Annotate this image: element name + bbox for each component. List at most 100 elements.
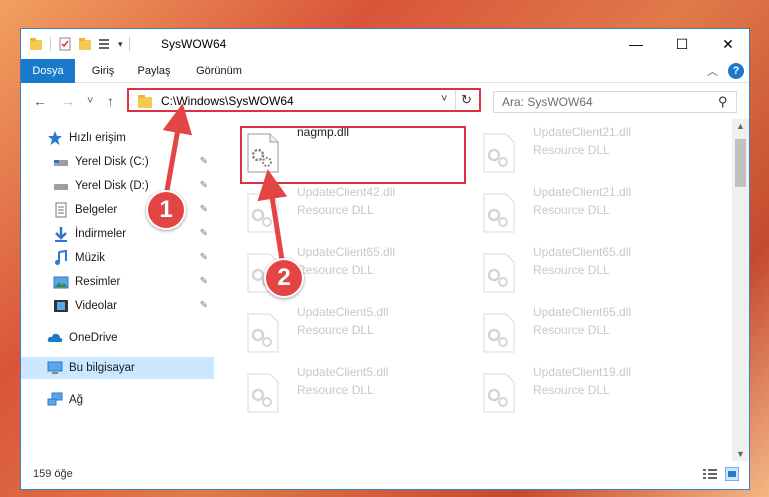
selected-file-highlight <box>240 126 466 184</box>
dll-file-icon <box>247 373 279 413</box>
sidebar-item-videos[interactable]: Videolar ✎ <box>21 295 214 317</box>
step-badge-2: 2 <box>264 258 304 298</box>
item-count: 159 öğe <box>33 468 73 480</box>
refresh-icon[interactable]: ↻ <box>461 92 472 108</box>
file-item[interactable]: UpdateClient21.dll Resource DLL <box>472 179 702 239</box>
scrollbar-thumb[interactable] <box>735 139 746 187</box>
step-badge-1: 1 <box>146 190 186 230</box>
customize-icon[interactable] <box>98 37 114 51</box>
search-placeholder: Ara: SysWOW64 <box>502 95 593 109</box>
up-button[interactable]: ↑ <box>107 93 114 109</box>
status-bar: 159 öğe <box>21 461 749 489</box>
pin-icon: ✎ <box>199 300 208 311</box>
sidebar-item-network[interactable]: Ağ <box>21 389 214 411</box>
tab-giris[interactable]: Giriş <box>85 59 121 83</box>
title-bar: ▾ SysWOW64 — ☐ ✕ <box>21 29 749 59</box>
tab-paylas[interactable]: Paylaş <box>131 59 177 83</box>
search-icon[interactable]: ⚲ <box>718 94 728 110</box>
file-item[interactable]: UpdateClient19.dll Resource DLL <box>472 359 702 419</box>
tab-gorunum[interactable]: Görünüm <box>189 59 249 83</box>
file-item[interactable]: UpdateClient5.dll Resource DLL <box>236 359 466 419</box>
file-item[interactable]: UpdateClient21.dll Resource DLL <box>472 119 702 179</box>
separator <box>455 90 456 110</box>
drive-icon <box>54 160 68 166</box>
sidebar-item-local-disk-d[interactable]: Yerel Disk (D:) ✎ <box>21 175 214 197</box>
file-name: UpdateClient42.dll <box>297 185 396 199</box>
back-button[interactable]: ← <box>33 93 47 109</box>
maximize-icon: ☐ <box>675 35 689 52</box>
file-type: Resource DLL <box>297 263 374 277</box>
file-item[interactable]: UpdateClient65.dll Resource DLL <box>472 299 702 359</box>
file-type: Resource DLL <box>297 323 374 337</box>
explorer-window: ▾ SysWOW64 — ☐ ✕ Dosya Giriş Paylaş Görü… <box>20 28 750 490</box>
music-icon <box>55 250 67 265</box>
cloud-icon <box>47 333 63 342</box>
quick-access-dropdown-icon[interactable]: ▾ <box>118 39 123 50</box>
file-item[interactable]: UpdateClient65.dll Resource DLL <box>472 239 702 299</box>
sidebar-item-label: Resimler <box>75 276 121 288</box>
sidebar-item-local-disk-c[interactable]: Yerel Disk (C:) ✎ <box>21 151 214 173</box>
help-icon[interactable]: ? <box>728 63 744 79</box>
sidebar-item-pictures[interactable]: Resimler ✎ <box>21 271 214 293</box>
sidebar-item-label: Yerel Disk (D:) <box>75 180 149 192</box>
drive-icon <box>54 184 68 190</box>
new-folder-icon[interactable] <box>78 37 92 51</box>
folder-icon <box>138 95 152 108</box>
file-name: UpdateClient5.dll <box>297 365 389 379</box>
file-item[interactable]: UpdateClient5.dll Resource DLL <box>236 299 466 359</box>
file-name: UpdateClient21.dll <box>533 125 632 139</box>
file-type: Resource DLL <box>297 383 374 397</box>
file-type: Resource DLL <box>533 203 610 217</box>
ribbon-collapse-icon[interactable]: ︿ <box>707 63 718 79</box>
navigation-pane: Hızlı erişim Yerel Disk (C:) ✎ Yerel Dis… <box>21 119 214 461</box>
sidebar-item-downloads[interactable]: İndirmeler ✎ <box>21 223 214 245</box>
file-type: Resource DLL <box>533 263 610 277</box>
maximize-button[interactable]: ☐ <box>659 29 705 59</box>
minimize-button[interactable]: — <box>613 29 659 59</box>
sidebar-item-label: Ağ <box>69 394 84 406</box>
tiles-view-icon[interactable] <box>725 467 739 481</box>
scroll-down-icon[interactable]: ▼ <box>736 449 745 459</box>
address-path[interactable]: C:\Windows\SysWOW64 <box>161 94 294 108</box>
dll-file-icon <box>483 253 515 293</box>
folder-icon[interactable] <box>29 37 43 51</box>
tab-dosya[interactable]: Dosya <box>21 59 75 83</box>
close-icon: ✕ <box>722 35 734 52</box>
vertical-scrollbar[interactable]: ▲ ▼ <box>732 119 749 461</box>
navigation-bar: ← → ˅ ↑ C:\Windows\SysWOW64 ˅ ↻ Ara: Sys… <box>21 83 749 119</box>
pictures-icon <box>53 276 69 289</box>
file-name: UpdateClient19.dll <box>533 365 632 379</box>
recent-locations-button[interactable]: ˅ <box>87 95 93 107</box>
sidebar-item-quick-access[interactable]: Hızlı erişim <box>21 127 214 149</box>
file-name: UpdateClient5.dll <box>297 305 389 319</box>
details-view-icon[interactable] <box>703 468 717 480</box>
pin-icon: ✎ <box>199 228 208 239</box>
address-bar[interactable]: C:\Windows\SysWOW64 ˅ ↻ <box>127 88 481 112</box>
quick-access-toolbar: ▾ <box>29 36 136 52</box>
file-name: UpdateClient21.dll <box>533 185 632 199</box>
scroll-up-icon[interactable]: ▲ <box>736 121 745 131</box>
sidebar-item-label: Hızlı erişim <box>69 132 126 144</box>
sidebar-item-music[interactable]: Müzik ✎ <box>21 247 214 269</box>
sidebar-item-onedrive[interactable]: OneDrive <box>21 327 214 349</box>
videos-icon <box>54 300 68 312</box>
close-button[interactable]: ✕ <box>705 29 749 59</box>
separator <box>50 37 51 51</box>
computer-icon <box>47 361 63 374</box>
search-input[interactable]: Ara: SysWOW64 ⚲ <box>493 91 737 113</box>
properties-icon[interactable] <box>58 37 72 51</box>
documents-icon <box>55 202 67 218</box>
sidebar-item-label: Bu bilgisayar <box>69 362 135 374</box>
file-item[interactable]: UpdateClient42.dll Resource DLL <box>236 179 466 239</box>
dll-file-icon <box>483 193 515 233</box>
dll-file-icon <box>483 313 515 353</box>
file-name: UpdateClient65.dll <box>533 305 632 319</box>
window-title: SysWOW64 <box>161 37 227 51</box>
address-dropdown-icon[interactable]: ˅ <box>441 93 447 105</box>
sidebar-item-this-pc[interactable]: Bu bilgisayar <box>21 357 214 379</box>
dll-file-icon <box>483 373 515 413</box>
forward-button[interactable]: → <box>61 93 75 109</box>
dll-file-icon <box>247 193 279 233</box>
dll-file-icon <box>247 313 279 353</box>
sidebar-item-label: İndirmeler <box>75 228 127 240</box>
